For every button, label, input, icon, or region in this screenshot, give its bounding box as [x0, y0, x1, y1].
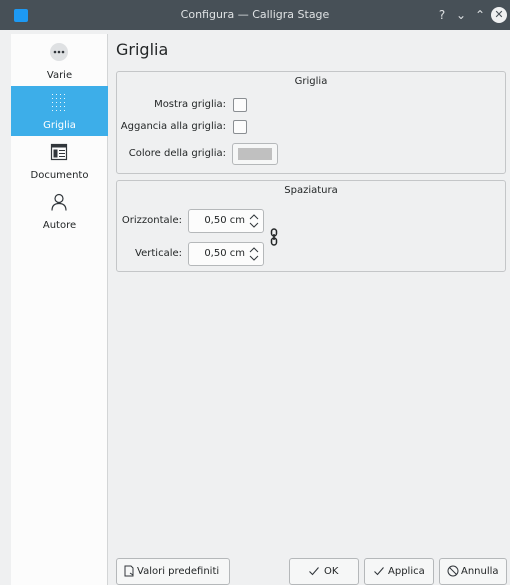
apply-button-label: Applica: [388, 566, 425, 577]
sidebar-item-label: Varie: [46, 70, 73, 81]
show-grid-label: Mostra griglia:: [154, 99, 226, 110]
sidebar-item-griglia[interactable]: Griglia: [11, 86, 108, 136]
sidebar-item-documento[interactable]: Documento: [11, 136, 108, 186]
ok-button[interactable]: OK: [289, 558, 359, 585]
grid-icon: [52, 94, 65, 111]
sidebar-item-autore[interactable]: Autore: [11, 186, 108, 236]
user-icon: [51, 193, 67, 211]
checkmark-icon: [374, 567, 384, 576]
horizontal-spacing-spinbox[interactable]: 0,50 cm: [188, 209, 264, 233]
sidebar-item-label: Griglia: [43, 120, 76, 131]
defaults-button-label: Valori predefiniti: [137, 566, 220, 577]
apply-button[interactable]: Applica: [364, 558, 434, 585]
spin-arrows-icon[interactable]: [248, 212, 260, 230]
cancel-button[interactable]: Annulla: [439, 558, 507, 585]
help-button[interactable]: ?: [433, 6, 451, 24]
horizontal-spacing-label: Orizzontale:: [121, 215, 182, 226]
sidebar-item-label: Documento: [30, 170, 89, 181]
vertical-spacing-value: 0,50 cm: [204, 248, 245, 259]
more-dots-icon: [50, 43, 68, 61]
horizontal-spacing-value: 0,50 cm: [204, 215, 245, 226]
show-grid-checkbox[interactable]: [233, 98, 247, 112]
cancel-icon: [447, 565, 459, 577]
chain-link-icon[interactable]: [270, 228, 278, 246]
sidebar-item-label: Autore: [42, 220, 77, 231]
cancel-button-label: Annulla: [461, 566, 499, 577]
document-icon: [50, 143, 68, 161]
minimize-button[interactable]: ⌄: [452, 6, 470, 24]
defaults-button[interactable]: Valori predefiniti: [116, 558, 230, 585]
checkmark-icon: [309, 567, 319, 576]
grid-color-button[interactable]: [232, 143, 278, 165]
maximize-button[interactable]: ⌃: [471, 6, 489, 24]
grid-color-label: Colore della griglia:: [128, 148, 226, 159]
spacing-group-title: Spaziatura: [284, 185, 338, 196]
title-bar: Configura — Calligra Stage ? ⌄ ⌃ ✕: [0, 0, 510, 30]
snap-grid-checkbox[interactable]: [233, 120, 247, 134]
page-title: Griglia: [116, 40, 169, 59]
spin-arrows-icon[interactable]: [248, 245, 260, 263]
vertical-spacing-spinbox[interactable]: 0,50 cm: [188, 242, 264, 266]
snap-grid-label: Aggancia alla griglia:: [120, 121, 226, 132]
sidebar: Varie Griglia Documento Autore: [11, 34, 108, 585]
grid-color-swatch: [238, 148, 272, 160]
document-reset-icon: [124, 565, 134, 577]
vertical-spacing-label: Verticale:: [135, 248, 182, 259]
grid-group-title: Griglia: [294, 76, 328, 87]
ok-button-label: OK: [324, 566, 339, 577]
sidebar-item-varie[interactable]: Varie: [11, 36, 108, 86]
close-button[interactable]: ✕: [491, 7, 507, 23]
